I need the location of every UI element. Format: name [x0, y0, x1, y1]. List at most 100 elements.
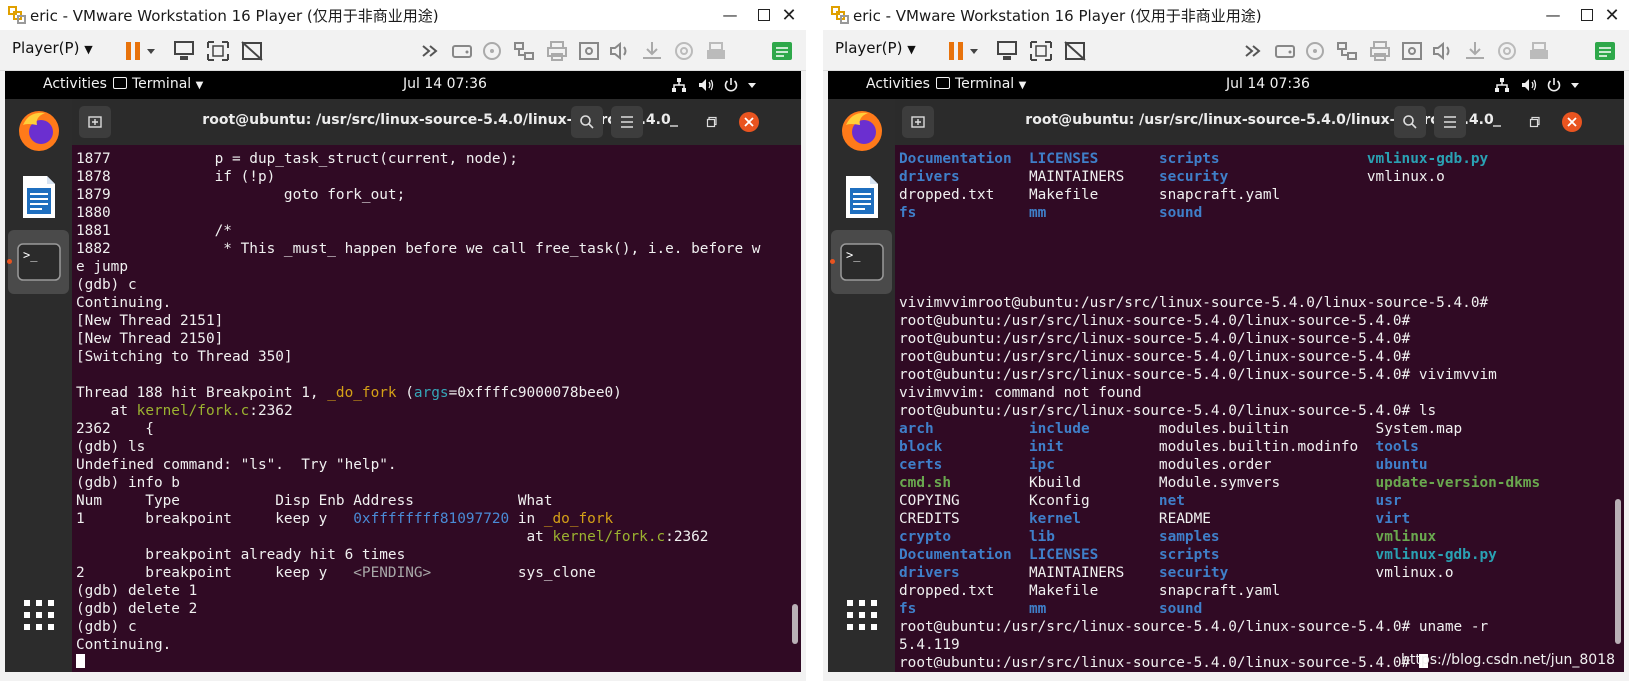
- terminal-minimize-icon[interactable]: [1481, 106, 1513, 138]
- hard-disk-icon[interactable]: [1273, 40, 1297, 62]
- display-icon[interactable]: [704, 40, 728, 62]
- search-icon[interactable]: [1394, 106, 1426, 138]
- sound-card-icon[interactable]: [1431, 40, 1455, 62]
- network-adapter-icon[interactable]: [1335, 40, 1359, 62]
- terminal-header-bar[interactable]: root@ubuntu: /usr/src/linux-source-5.4.0…: [72, 99, 801, 145]
- unity-mode-icon[interactable]: [240, 40, 264, 62]
- pause-icon[interactable]: [122, 40, 146, 62]
- terminal-restore-icon[interactable]: [1519, 106, 1551, 138]
- terminal-window[interactable]: root@ubuntu: /usr/src/linux-source-5.4.0…: [895, 99, 1624, 672]
- system-menu-chevron-icon[interactable]: [1570, 77, 1580, 93]
- sound-card-icon[interactable]: [608, 40, 632, 62]
- floppy-icon[interactable]: [640, 40, 664, 62]
- chevron-down-icon: ▼: [1018, 80, 1027, 91]
- terminal-text: drivers: [899, 565, 960, 581]
- terminal-scrollbar[interactable]: [1615, 499, 1621, 644]
- more-devices-icon[interactable]: [420, 40, 444, 62]
- minimize-icon[interactable]: —: [1536, 0, 1570, 30]
- printer-icon[interactable]: [545, 40, 569, 62]
- unity-mode-icon[interactable]: [1063, 40, 1087, 62]
- window-gap: [806, 0, 823, 681]
- fullscreen-icon[interactable]: [1029, 40, 1053, 62]
- search-icon[interactable]: [571, 106, 603, 138]
- terminal-text: args: [413, 385, 449, 401]
- fullscreen-icon[interactable]: [206, 40, 230, 62]
- network-adapter-icon[interactable]: [512, 40, 536, 62]
- cd-dvd-icon[interactable]: [1303, 40, 1327, 62]
- floppy-icon[interactable]: [1463, 40, 1487, 62]
- hamburger-menu-icon[interactable]: [1434, 106, 1466, 138]
- message-log-icon[interactable]: [770, 40, 794, 62]
- power-icon[interactable]: [723, 77, 739, 93]
- clock[interactable]: Jul 14 07:36: [1226, 76, 1310, 92]
- terminal-header-bar[interactable]: root@ubuntu: /usr/src/linux-source-5.4.0…: [895, 99, 1624, 145]
- libreoffice-writer-icon[interactable]: [828, 165, 895, 229]
- terminal-line: cmd.sh Kbuild Module.symvers update-vers…: [899, 474, 1607, 492]
- app-menu[interactable]: Terminal ▼: [936, 76, 1026, 92]
- show-applications-icon[interactable]: [5, 583, 72, 647]
- network-icon[interactable]: [1494, 77, 1510, 93]
- terminal-text: README: [1080, 511, 1376, 527]
- title-bar[interactable]: eric - VMware Workstation 16 Player (仅用于…: [0, 0, 806, 30]
- firefox-icon[interactable]: [5, 99, 72, 163]
- printer-icon[interactable]: [1368, 40, 1392, 62]
- minimize-icon[interactable]: —: [713, 0, 747, 30]
- terminal-minimize-icon[interactable]: [658, 106, 690, 138]
- terminal-line: crypto lib samples vmlinux: [899, 528, 1607, 546]
- terminal-line: Documentation LICENSES scripts vmlinux-g…: [899, 150, 1607, 168]
- volume-icon[interactable]: [1521, 77, 1537, 93]
- network-icon[interactable]: [671, 77, 687, 93]
- volume-icon[interactable]: [698, 77, 714, 93]
- terminal-dock-icon[interactable]: >_: [8, 230, 69, 294]
- terminal-scrollbar[interactable]: [792, 604, 798, 644]
- terminal-window[interactable]: root@ubuntu: /usr/src/linux-source-5.4.0…: [72, 99, 801, 672]
- usb-device-icon[interactable]: [577, 40, 601, 62]
- clock[interactable]: Jul 14 07:36: [403, 76, 487, 92]
- message-log-icon[interactable]: [1593, 40, 1617, 62]
- show-applications-icon[interactable]: [828, 583, 895, 647]
- player-menu[interactable]: Player(P) ▼: [835, 39, 916, 57]
- pause-dropdown-icon[interactable]: [145, 40, 157, 62]
- camera-icon[interactable]: [1495, 40, 1519, 62]
- libreoffice-writer-icon[interactable]: [5, 165, 72, 229]
- terminal-text: Undefined command: "ls". Try "help".: [76, 457, 397, 473]
- terminal-output[interactable]: Documentation LICENSES scripts vmlinux-g…: [899, 150, 1607, 668]
- terminal-restore-icon[interactable]: [696, 106, 728, 138]
- send-ctrl-alt-del-icon[interactable]: [172, 40, 196, 62]
- terminal-output[interactable]: 1877 p = dup_task_struct(current, node);…: [76, 150, 784, 668]
- send-ctrl-alt-del-icon[interactable]: [995, 40, 1019, 62]
- camera-icon[interactable]: [672, 40, 696, 62]
- display-icon[interactable]: [1527, 40, 1551, 62]
- pause-dropdown-icon[interactable]: [968, 40, 980, 62]
- app-menu[interactable]: Terminal ▼: [113, 76, 203, 92]
- terminal-line: drivers MAINTAINERS security vmlinux.o: [899, 564, 1607, 582]
- hard-disk-icon[interactable]: [450, 40, 474, 62]
- activities-button[interactable]: Activities: [43, 76, 107, 92]
- firefox-icon[interactable]: [828, 99, 895, 163]
- cd-dvd-icon[interactable]: [480, 40, 504, 62]
- terminal-text: Thread 188 hit Breakpoint 1,: [76, 385, 328, 401]
- vmware-logo-icon: [831, 6, 849, 24]
- activities-button[interactable]: Activities: [866, 76, 930, 92]
- terminal-dock-icon[interactable]: >_: [831, 230, 892, 294]
- usb-device-icon[interactable]: [1400, 40, 1424, 62]
- power-icon[interactable]: [1546, 77, 1562, 93]
- terminal-close-icon[interactable]: [1556, 106, 1588, 138]
- terminal-line: root@ubuntu:/usr/src/linux-source-5.4.0/…: [899, 618, 1607, 636]
- close-icon[interactable]: ✕: [1595, 0, 1629, 30]
- terminal-close-icon[interactable]: [733, 106, 765, 138]
- title-bar[interactable]: eric - VMware Workstation 16 Player (仅用于…: [823, 0, 1629, 30]
- system-menu-chevron-icon[interactable]: [747, 77, 757, 93]
- terminal-line: root@ubuntu:/usr/src/linux-source-5.4.0/…: [899, 366, 1607, 384]
- terminal-text: root@ubuntu:/usr/src/linux-source-5.4.0/…: [899, 331, 1411, 347]
- terminal-text: net: [1158, 493, 1185, 509]
- more-devices-icon[interactable]: [1243, 40, 1267, 62]
- terminal-text: root@ubuntu:/usr/src/linux-source-5.4.0/…: [899, 655, 1419, 668]
- terminal-line: (gdb) delete 1: [76, 582, 784, 600]
- hamburger-menu-icon[interactable]: [611, 106, 643, 138]
- close-icon[interactable]: ✕: [772, 0, 806, 30]
- pause-icon[interactable]: [945, 40, 969, 62]
- player-menu[interactable]: Player(P) ▼: [12, 39, 93, 57]
- terminal-text: crypto: [899, 529, 951, 545]
